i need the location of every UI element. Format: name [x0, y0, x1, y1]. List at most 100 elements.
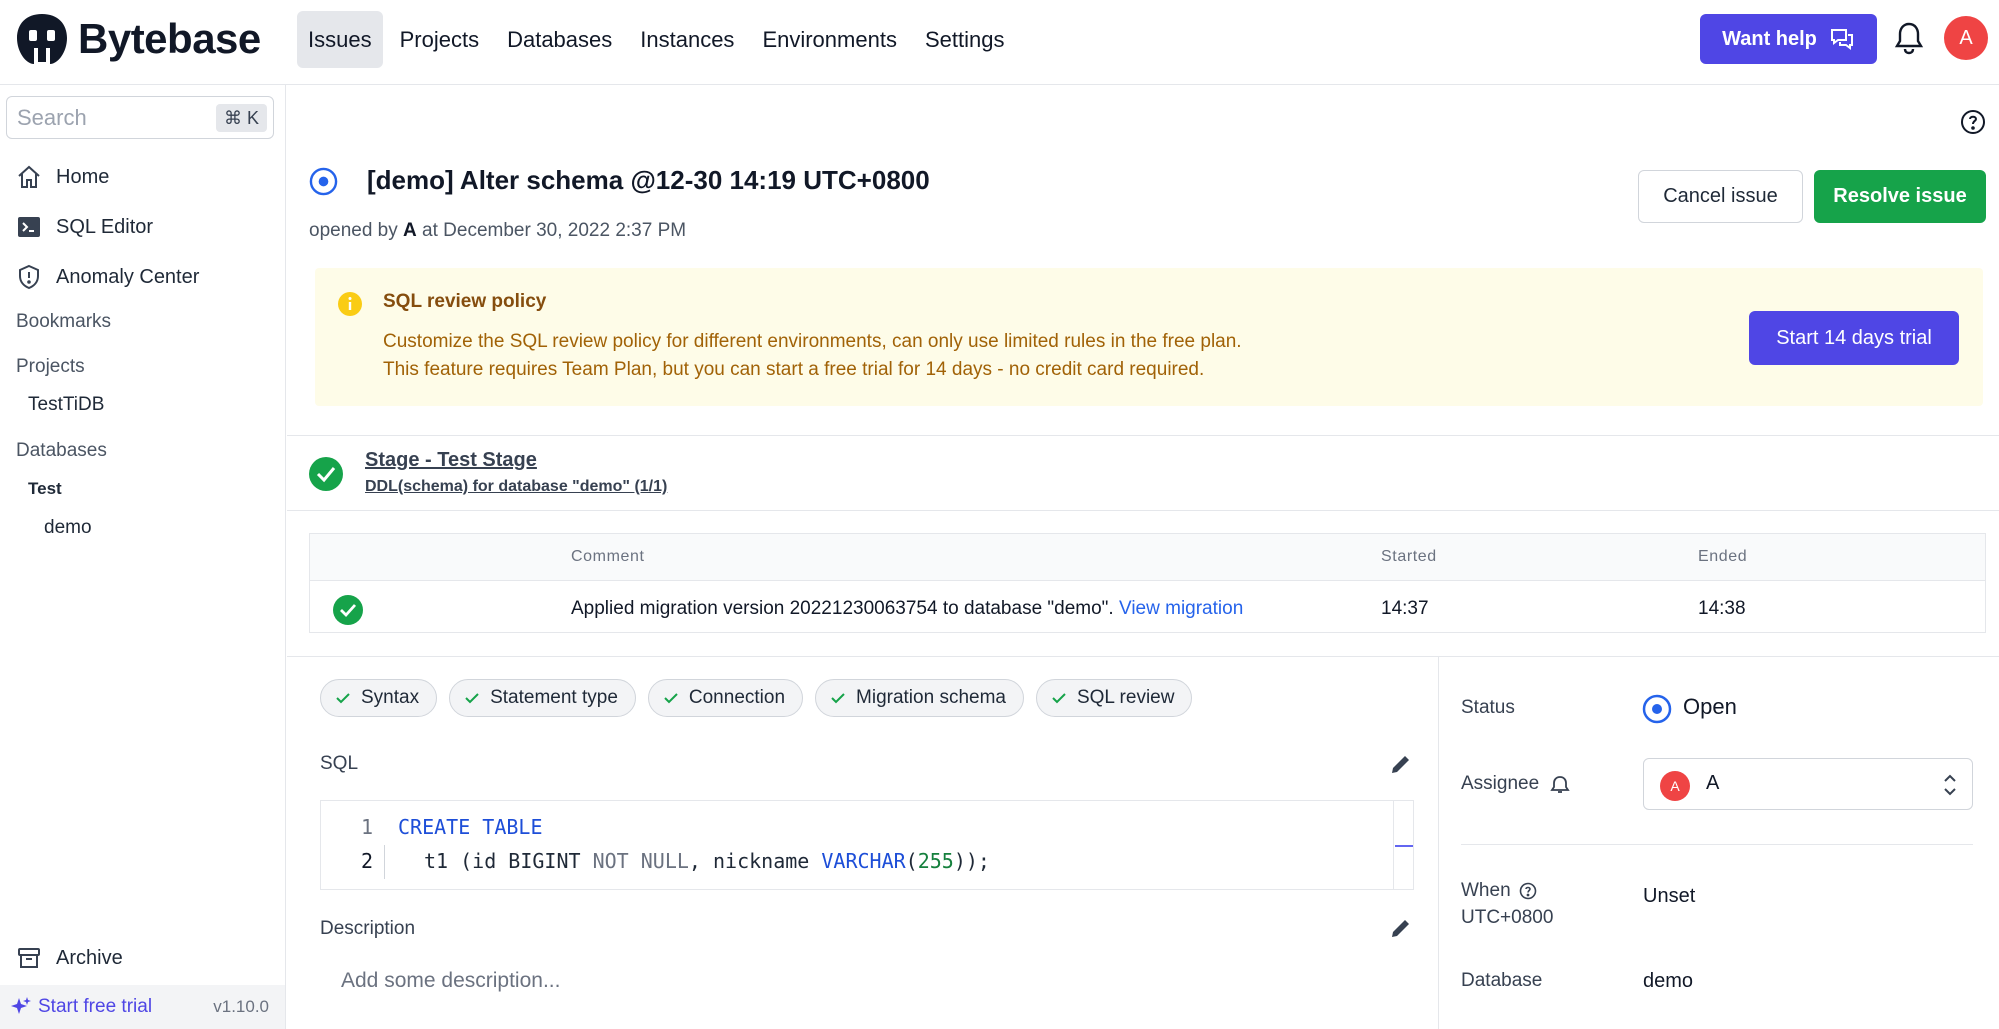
help-icon[interactable]: [1960, 109, 1986, 135]
divider: [287, 510, 1999, 511]
check-migration-schema[interactable]: Migration schema: [815, 679, 1024, 717]
database-label: Database: [1461, 970, 1543, 991]
sidebar: ⌘ K Home SQL Editor Anomaly Center Bookm…: [0, 85, 286, 1029]
line-number: 1: [361, 815, 374, 839]
check-sql-review[interactable]: SQL review: [1035, 679, 1193, 717]
sidebar-projects-heading[interactable]: Projects: [16, 356, 85, 378]
assignee-select[interactable]: A A: [1643, 758, 1973, 810]
resolve-issue-button[interactable]: Resolve issue: [1814, 170, 1986, 223]
info-icon: [338, 292, 362, 316]
want-help-label: Want help: [1722, 27, 1817, 50]
alarm-bell-icon[interactable]: [1549, 773, 1571, 795]
sidebar-environment: Test: [28, 479, 62, 498]
assignee-name: A: [1706, 772, 1720, 794]
check-icon: [664, 693, 678, 704]
sidebar-databases-heading[interactable]: Databases: [16, 440, 107, 462]
open-status-icon: [309, 167, 338, 196]
sidebar-item-anomaly-center[interactable]: Anomaly Center: [16, 264, 199, 290]
check-statement-type[interactable]: Statement type: [449, 679, 636, 717]
sidebar-bookmarks[interactable]: Bookmarks: [16, 311, 111, 333]
policy-title: SQL review policy: [383, 291, 547, 312]
check-label: Syntax: [361, 687, 420, 708]
sidebar-item-label: Archive: [56, 946, 123, 969]
task-started: 14:37: [1381, 598, 1429, 619]
indent-guide: [384, 845, 385, 879]
check-icon: [336, 693, 350, 704]
check-icon: [831, 693, 845, 704]
terminal-icon: [18, 217, 40, 237]
nav-environments[interactable]: Environments: [751, 11, 908, 68]
check-results: Syntax Statement type Connection Migrati…: [320, 679, 1193, 717]
want-help-button[interactable]: Want help: [1700, 14, 1877, 64]
task-ended: 14:38: [1698, 598, 1746, 619]
status-open-icon: [1642, 694, 1672, 724]
policy-line-1: Customize the SQL review policy for diff…: [383, 331, 1242, 352]
divider: [287, 656, 1999, 657]
nav-instances[interactable]: Instances: [629, 11, 745, 68]
policy-line-2: This feature requires Team Plan, but you…: [383, 359, 1205, 380]
nav-databases[interactable]: Databases: [496, 11, 623, 68]
edit-sql-icon[interactable]: [1388, 751, 1414, 777]
divider: [1461, 844, 1973, 845]
editor-scrollbar[interactable]: [1393, 801, 1413, 889]
nav-projects[interactable]: Projects: [389, 11, 490, 68]
assignee-avatar: A: [1660, 771, 1690, 801]
sidebar-item-sql-editor[interactable]: SQL Editor: [16, 214, 153, 240]
sql-line-1: CREATE TABLE: [398, 815, 543, 839]
cancel-issue-button[interactable]: Cancel issue: [1638, 170, 1803, 223]
check-label: Connection: [688, 687, 786, 708]
stage-done-icon: [309, 457, 343, 491]
home-icon: [18, 165, 40, 188]
database-value[interactable]: demo: [1643, 970, 1693, 993]
edit-description-icon[interactable]: [1388, 915, 1414, 941]
check-syntax[interactable]: Syntax: [320, 679, 438, 717]
check-label: SQL review: [1076, 687, 1175, 708]
issue-detail: [demo] Alter schema @12-30 14:19 UTC+080…: [287, 85, 1999, 1029]
stage-title-link[interactable]: Stage - Test Stage: [365, 449, 537, 472]
sidebar-item-label: SQL Editor: [56, 215, 154, 238]
opened-by: A: [403, 220, 417, 241]
sidebar-item-project[interactable]: TestTiDB: [28, 394, 104, 416]
task-comment-cell: Applied migration version 20221230063754…: [571, 598, 1243, 620]
sql-label: SQL: [320, 753, 359, 774]
brand-name: Bytebase: [78, 15, 261, 62]
shield-icon: [19, 264, 39, 290]
assignee-label-group: Assignee: [1461, 773, 1571, 795]
column-ended: Ended: [1698, 548, 1748, 565]
task-run-table: Comment Started Ended Applied migration …: [309, 533, 1986, 633]
sql-editor[interactable]: 1 2 CREATE TABLE t1 (id BIGINT NOT NULL,…: [320, 800, 1414, 890]
sidebar-item-home[interactable]: Home: [16, 164, 109, 190]
chat-icon: [1830, 29, 1853, 50]
task-comment: Applied migration version 20221230063754…: [571, 598, 1114, 619]
issue-meta: opened by A at December 30, 2022 2:37 PM: [309, 220, 686, 242]
when-value[interactable]: Unset: [1643, 885, 1695, 908]
check-icon: [1052, 693, 1066, 704]
line-number: 2: [361, 849, 374, 873]
nav-issues[interactable]: Issues: [297, 11, 383, 68]
notification-bell-icon[interactable]: [1893, 20, 1925, 56]
sidebar-item-database[interactable]: demo: [44, 517, 92, 539]
chevron-up-down-icon: [1944, 774, 1956, 796]
search-box[interactable]: ⌘ K: [6, 96, 274, 139]
logo[interactable]: Bytebase: [14, 12, 261, 66]
status-label: Status: [1461, 697, 1515, 718]
task-success-icon: [333, 595, 363, 625]
search-input[interactable]: [17, 97, 207, 138]
check-connection[interactable]: Connection: [647, 679, 804, 717]
user-avatar[interactable]: A: [1944, 16, 1988, 60]
start-trial-button[interactable]: Start 14 days trial: [1749, 311, 1959, 365]
start-free-trial-link[interactable]: Start free trial: [10, 996, 152, 1018]
version-label: v1.10.0: [213, 997, 269, 1016]
sidebar-item-archive[interactable]: Archive: [16, 945, 123, 971]
start-free-trial-label: Start free trial: [38, 996, 153, 1017]
description-input[interactable]: Add some description...: [341, 969, 560, 993]
cursor-marker: [1395, 845, 1413, 847]
help-icon[interactable]: [1519, 882, 1537, 900]
view-migration-link[interactable]: View migration: [1119, 598, 1243, 619]
nav-settings[interactable]: Settings: [914, 11, 1016, 68]
check-icon: [465, 693, 479, 704]
issue-title[interactable]: [demo] Alter schema @12-30 14:19 UTC+080…: [367, 165, 930, 196]
column-started: Started: [1381, 548, 1437, 565]
stage-task-link[interactable]: DDL(schema) for database "demo" (1/1): [365, 478, 667, 496]
when-timezone: UTC+0800: [1461, 907, 1554, 928]
